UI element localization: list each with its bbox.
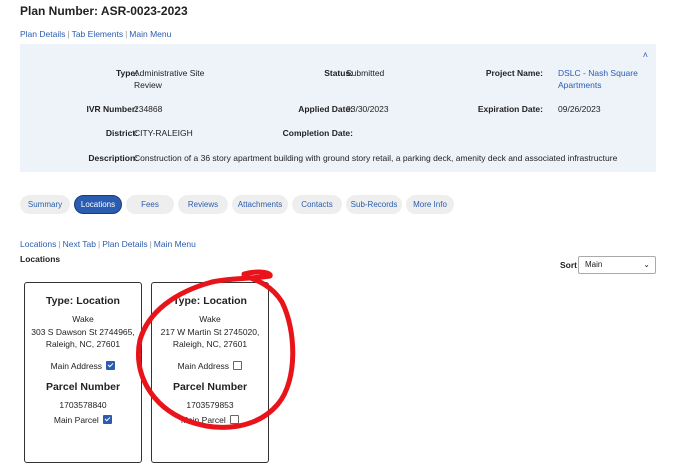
location-type: Type: Location	[173, 295, 247, 307]
location-street: 217 W Martin St 2745020,	[160, 326, 260, 337]
type-value-line2: Review	[134, 80, 162, 90]
location-county: Wake	[199, 314, 221, 324]
expiration-date-label: Expiration Date:	[477, 104, 543, 114]
chevron-up-icon[interactable]: ˄	[643, 50, 648, 60]
page-title: Plan Number: ASR-0023-2023	[20, 4, 188, 18]
applied-date-label: Applied Date:	[298, 104, 353, 114]
sort-label: Sort	[560, 260, 577, 270]
ivr-number-label: IVR Number:	[86, 104, 138, 114]
main-menu-link[interactable]: Main Menu	[154, 239, 196, 249]
main-address-checkbox[interactable]	[233, 361, 243, 370]
main-address-row: Main Address	[25, 361, 141, 371]
sort-selected-value: Main	[585, 260, 603, 269]
main-parcel-label: Main Parcel	[53, 415, 99, 425]
location-street: 303 S Dawson St 2744965,	[31, 326, 135, 337]
location-county: Wake	[72, 314, 94, 324]
tab-reviews[interactable]: Reviews	[178, 195, 228, 214]
main-menu-link[interactable]: Main Menu	[129, 29, 171, 39]
tab-contacts[interactable]: Contacts	[292, 195, 342, 214]
tab-elements-link[interactable]: Tab Elements	[72, 29, 124, 39]
chevron-down-icon: ⌄	[643, 260, 650, 269]
expiration-date-value: 09/26/2023	[558, 104, 601, 114]
tab-locations[interactable]: Locations	[74, 195, 122, 214]
section-nav-links: Locations | Next Tab | Plan Details | Main Men…	[20, 239, 196, 249]
ivr-number-value: 234868	[134, 104, 163, 114]
plan-details-panel: ˄ Type: Administrative Site Review Statu…	[20, 44, 656, 172]
project-name-link-line2[interactable]: Apartments	[558, 80, 601, 90]
location-city: Raleigh, NC, 27601	[45, 339, 121, 349]
location-address: Wake 303 S Dawson St 2744965, Raleigh, N…	[25, 313, 141, 351]
main-parcel-row: Main Parcel	[152, 415, 268, 425]
main-parcel-label: Main Parcel	[180, 415, 226, 425]
project-name-label: Project Name:	[485, 68, 543, 78]
location-address: Wake 217 W Martin St 2745020, Raleigh, N…	[152, 313, 268, 351]
main-parcel-checkbox[interactable]	[103, 415, 113, 424]
tab-fees[interactable]: Fees	[126, 195, 174, 214]
district-value: CITY-RALEIGH	[134, 128, 193, 138]
top-nav-links: Plan Details | Tab Elements | Main Menu	[20, 29, 172, 39]
main-parcel-checkbox[interactable]	[230, 415, 240, 424]
location-card: Type: Location Wake 217 W Martin St 2745…	[151, 282, 269, 463]
location-type: Type: Location	[46, 295, 120, 307]
tab-attachments[interactable]: Attachments	[232, 195, 288, 214]
tab-more-info[interactable]: More Info	[406, 195, 454, 214]
status-value: Submitted	[346, 68, 385, 78]
parcel-number-heading: Parcel Number	[45, 381, 121, 393]
tab-sub-records[interactable]: Sub-Records	[346, 195, 402, 214]
location-card: Type: Location Wake 303 S Dawson St 2744…	[24, 282, 142, 463]
main-address-row: Main Address	[152, 361, 268, 371]
type-value-line1: Administrative Site	[134, 68, 205, 78]
sort-select[interactable]: Main ⌄	[578, 256, 656, 274]
location-city: Raleigh, NC, 27601	[172, 339, 248, 349]
plan-details-link[interactable]: Plan Details	[102, 239, 147, 249]
main-address-checkbox[interactable]	[106, 361, 116, 370]
applied-date-value: 03/30/2023	[346, 104, 389, 114]
plan-details-link[interactable]: Plan Details	[20, 29, 65, 39]
description-value: Construction of a 36 story apartment bui…	[134, 153, 618, 163]
project-name-link-line1[interactable]: DSLC - Nash Square	[558, 68, 638, 78]
parcel-number-heading: Parcel Number	[172, 381, 248, 393]
main-parcel-row: Main Parcel	[25, 415, 141, 425]
description-label: Description:	[88, 153, 138, 163]
tab-summary[interactable]: Summary	[20, 195, 70, 214]
section-title: Locations	[20, 254, 61, 264]
locations-link[interactable]: Locations	[20, 239, 56, 249]
main-address-label: Main Address	[50, 361, 103, 371]
parcel-number-value: 1703579853	[186, 400, 234, 410]
completion-date-label: Completion Date:	[282, 128, 353, 138]
parcel-number-value: 1703578840	[59, 400, 107, 410]
next-tab-link[interactable]: Next Tab	[63, 239, 96, 249]
main-address-label: Main Address	[177, 361, 230, 371]
